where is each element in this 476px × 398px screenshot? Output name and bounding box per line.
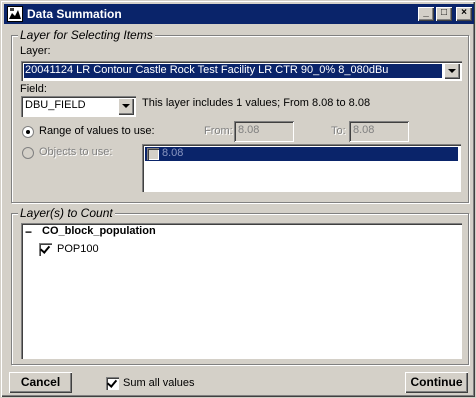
continue-button[interactable]: Continue [405, 372, 468, 393]
selecting-group-title: Layer for Selecting Items [18, 28, 155, 42]
to-label: To: [331, 125, 346, 137]
field-label: Field: [20, 83, 47, 95]
layer-dropdown[interactable]: 20041124 LR Contour Castle Rock Test Fac… [21, 61, 462, 81]
range-radio-label[interactable]: Range of values to use: [39, 125, 155, 137]
chevron-down-icon[interactable] [118, 98, 134, 115]
from-label: From: [204, 125, 233, 137]
range-radio[interactable] [22, 126, 34, 138]
tree-expander-icon[interactable]: − [25, 225, 32, 239]
layer-label: Layer: [20, 45, 51, 57]
counting-group-title: Layer(s) to Count [18, 206, 115, 220]
app-icon [7, 6, 23, 22]
tree-root-label[interactable]: CO_block_population [42, 225, 156, 237]
list-item-label: 8.08 [162, 147, 184, 159]
title-bar[interactable]: Data Summation _ □ × [4, 4, 474, 24]
close-button[interactable]: × [456, 7, 472, 21]
pop100-checkbox[interactable] [39, 243, 52, 256]
objects-radio-label[interactable]: Objects to use: [39, 146, 112, 158]
count-layers-tree[interactable]: − CO_block_population POP100 [21, 223, 462, 359]
sum-all-checkbox[interactable] [106, 377, 119, 390]
list-item[interactable]: 8.08 [145, 147, 458, 161]
field-dropdown-value: DBU_FIELD [25, 99, 86, 111]
tree-child-label[interactable]: POP100 [57, 243, 99, 255]
from-input[interactable]: 8.08 [234, 121, 294, 142]
selecting-groupbox: Layer for Selecting Items Layer: 2004112… [11, 28, 469, 203]
field-dropdown[interactable]: DBU_FIELD [21, 96, 136, 117]
window-title: Data Summation [27, 7, 122, 21]
cancel-button[interactable]: Cancel [9, 372, 72, 393]
objects-radio[interactable] [22, 147, 34, 159]
minimize-button[interactable]: _ [418, 7, 434, 21]
list-item-checkbox[interactable] [147, 148, 159, 160]
layer-dropdown-value: 20041124 LR Contour Castle Rock Test Fac… [24, 64, 442, 78]
data-summation-window: Data Summation _ □ × Layer for Selecting… [0, 0, 476, 398]
chevron-down-icon[interactable] [444, 63, 460, 79]
objects-listbox[interactable]: 8.08 [142, 144, 461, 192]
sum-all-label[interactable]: Sum all values [123, 377, 195, 389]
counting-groupbox: Layer(s) to Count − CO_block_population … [11, 206, 469, 365]
maximize-button[interactable]: □ [436, 7, 452, 21]
field-info-text: This layer includes 1 values; From 8.08 … [142, 97, 371, 109]
to-input[interactable]: 8.08 [349, 121, 409, 142]
